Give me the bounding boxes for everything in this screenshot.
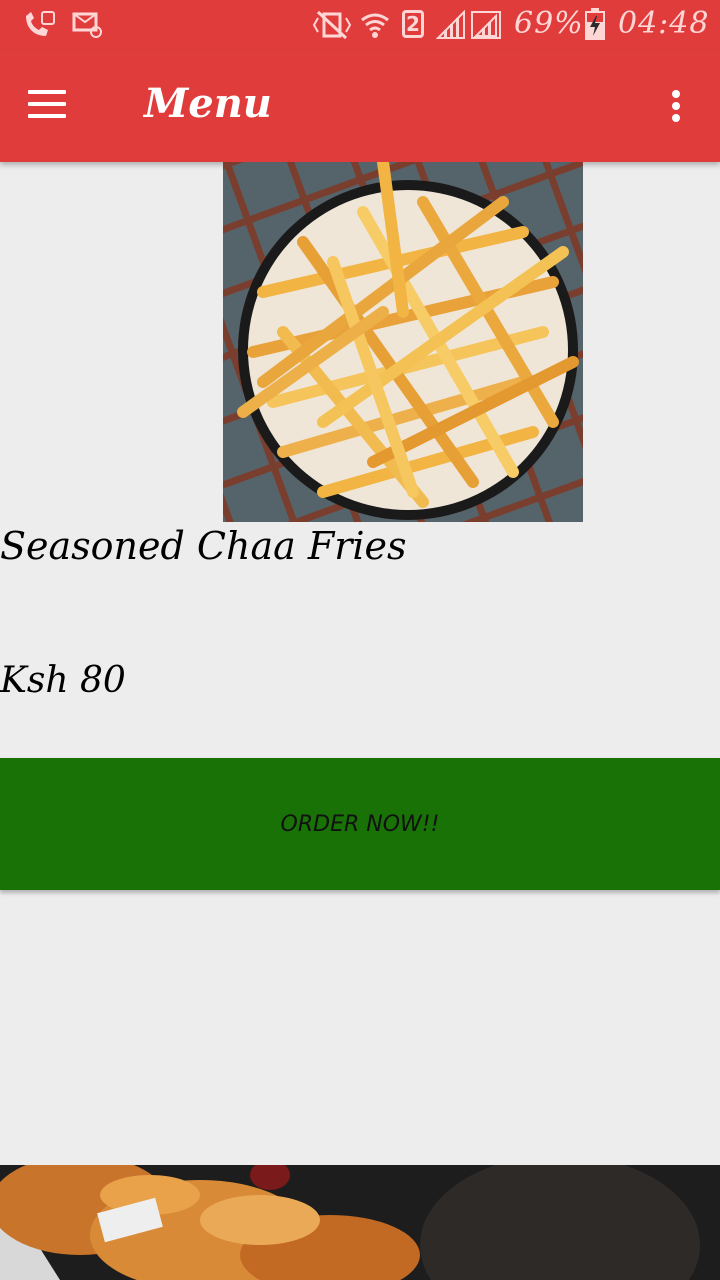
- item-name: Seasoned Chaa Fries: [0, 524, 407, 568]
- vibrate-mute-icon: [312, 10, 352, 40]
- page-title: Menu: [144, 80, 272, 127]
- fries-image: [223, 162, 583, 522]
- order-now-label: ORDER NOW!!: [280, 811, 440, 837]
- app-bar: Menu: [0, 50, 720, 162]
- status-bar: 2 69% 04:48: [0, 0, 720, 50]
- battery-charging-icon: [585, 8, 605, 40]
- sim-indicator: 2: [402, 10, 424, 38]
- order-now-button[interactable]: ORDER NOW!!: [0, 758, 720, 890]
- signal-icon: [436, 10, 465, 39]
- clock: 04:48: [618, 6, 710, 41]
- email-icon: [72, 12, 102, 38]
- more-vert-icon[interactable]: [660, 86, 692, 126]
- battery-percent: 69%: [514, 6, 584, 41]
- call-forward-icon: [26, 11, 55, 36]
- item-price: Ksh 80: [0, 660, 126, 701]
- next-item-image: [0, 1165, 720, 1280]
- hamburger-menu-icon[interactable]: [24, 84, 72, 124]
- signal-icon-2: [471, 11, 501, 39]
- wifi-icon: [361, 13, 389, 38]
